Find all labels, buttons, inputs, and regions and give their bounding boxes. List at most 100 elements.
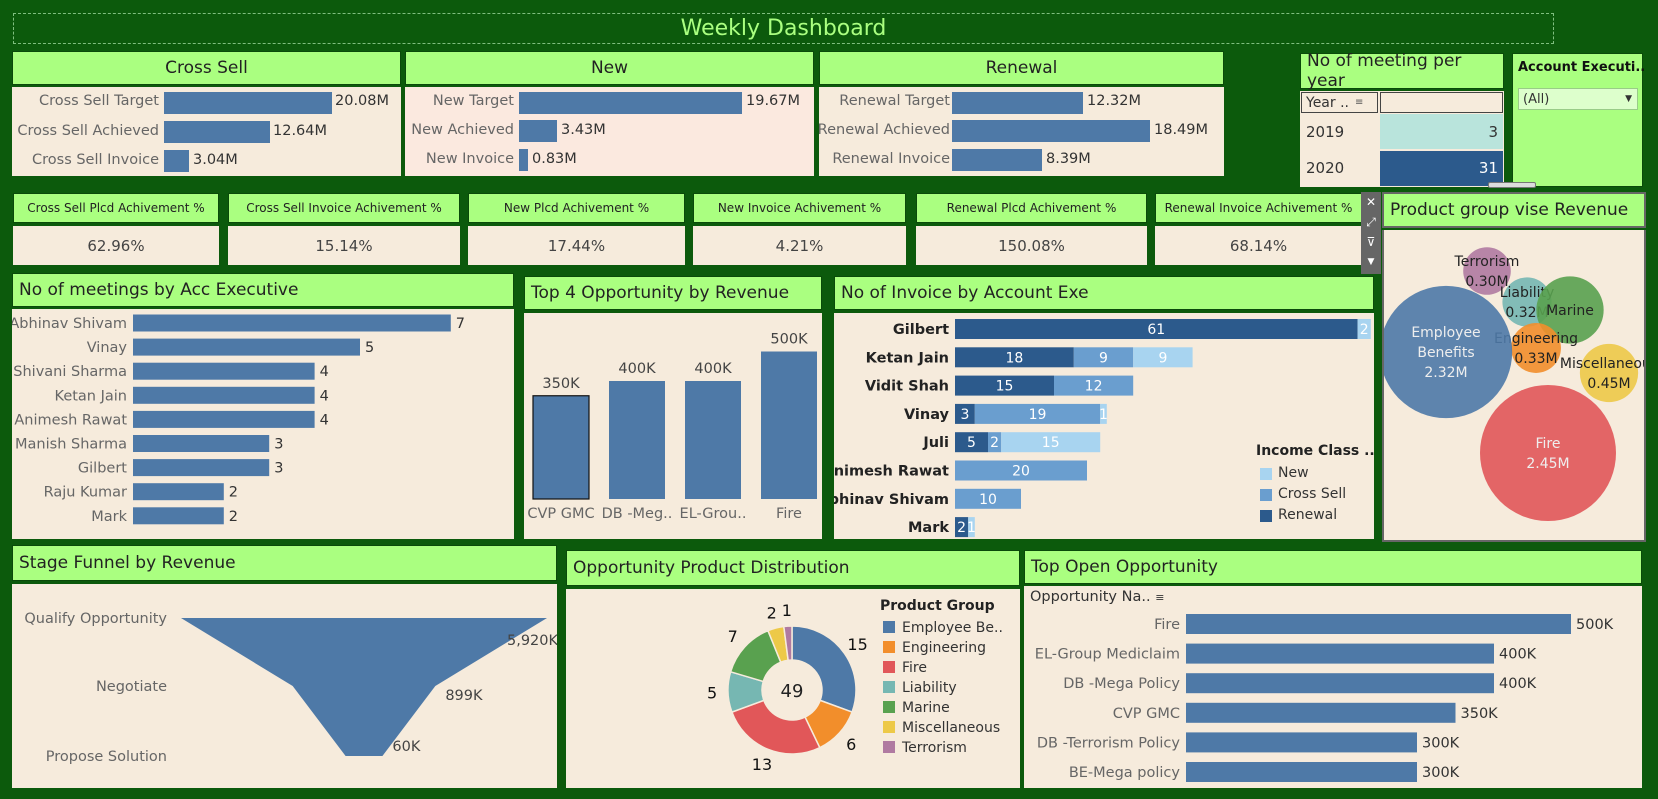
year-column-label: Year .. xyxy=(1306,94,1349,111)
meetings-per-year-header: No of meeting per year xyxy=(1300,51,1504,91)
year-column-header[interactable]: Year .. ≡ xyxy=(1301,92,1378,113)
donut-slice-value: 5 xyxy=(707,684,717,703)
meetings-exec-bar xyxy=(133,338,360,356)
meetings-exec-bar xyxy=(133,435,270,452)
renewal-target-value: 12.32M xyxy=(1087,93,1142,109)
bubble-fire-label: Fire xyxy=(1536,436,1561,452)
meetings-exec-label: Shivani Sharma xyxy=(13,364,127,380)
invoice-segment-value: 3 xyxy=(960,407,969,423)
year-2019-cell xyxy=(1380,114,1503,149)
donut-legend-label: Engineering xyxy=(902,640,986,656)
cross-sell-target-label: Cross Sell Target xyxy=(38,93,159,109)
resize-handle[interactable] xyxy=(1488,182,1536,188)
top-open-value: 350K xyxy=(1461,706,1499,722)
sheet-toolbar: ✕ ⤢ ⊽ ▼ xyxy=(1361,192,1381,274)
invoice-segment-value: 10 xyxy=(979,492,997,508)
product-distribution-panel: 15 6 13 5 7 2 1 49 Product Group Employee Be.. Eng… xyxy=(566,589,1020,788)
kpi-renewal-invoice-header: Renewal Invoice Achivement % xyxy=(1155,193,1362,223)
renewal-achieved-bar xyxy=(952,120,1150,142)
top4-bar xyxy=(761,351,817,499)
cross-sell-target-value: 20.08M xyxy=(335,93,390,109)
more-options-icon[interactable]: ▼ xyxy=(1361,252,1381,272)
bubble-fire-value: 2.45M xyxy=(1526,456,1569,472)
product-revenue-bubble-chart: Terrorism0.30MLiability0.32MMarineEngine… xyxy=(1379,247,1658,521)
donut-legend-swatch xyxy=(883,621,895,633)
new-achieved-value: 3.43M xyxy=(561,122,606,138)
meetings-exec-bar xyxy=(133,483,224,501)
top-open-value: 400K xyxy=(1499,647,1537,663)
invoice-exec-label: Juli xyxy=(922,435,949,451)
top4-category-label: EL-Grou.. xyxy=(680,506,747,522)
donut-legend-title: Product Group xyxy=(880,598,995,614)
meetings-by-exec-header: No of meetings by Acc Executive xyxy=(12,273,514,307)
meetings-exec-bar xyxy=(133,410,315,428)
chevron-down-icon[interactable]: ▼ xyxy=(1625,94,1632,104)
top-open-bar xyxy=(1186,762,1417,782)
funnel-shape xyxy=(181,618,547,756)
donut-slice-value: 13 xyxy=(752,755,772,774)
donut-center-total: 49 xyxy=(781,681,804,702)
bubble-marine-label: Marine xyxy=(1546,303,1594,319)
filter-icon[interactable]: ⊽ xyxy=(1361,232,1381,252)
top-open-bar xyxy=(1186,673,1494,694)
invoice-segment-value: 2 xyxy=(957,520,966,536)
top-open-label: CVP GMC xyxy=(1113,706,1180,722)
funnel-stage-label: Negotiate xyxy=(96,679,167,695)
account-filter-dropdown[interactable]: (All) ▼ xyxy=(1518,88,1638,110)
donut-legend-label: Liability xyxy=(902,680,957,696)
renewal-target-label: Renewal Target xyxy=(839,93,950,109)
legend-cross-sell-label: Cross Sell xyxy=(1278,486,1347,502)
account-filter-label: Account Executi.. xyxy=(1518,60,1646,75)
donut-slice-value: 6 xyxy=(846,735,856,754)
top4-value-label: 350K xyxy=(542,376,580,392)
cross-sell-achieved-bar xyxy=(164,121,270,143)
top-open-column-label: Opportunity Na.. xyxy=(1030,589,1151,605)
renewal-achieved-label: Renewal Achieved xyxy=(817,122,950,138)
invoice-by-exec-panel: Gilbert 61 2 Ketan Jain 18 9 9 Vidit Shah 15 12 Vi… xyxy=(817,313,1375,539)
donut-slice-value: 15 xyxy=(847,635,867,654)
meetings-exec-value: 2 xyxy=(229,509,238,525)
sort-icon[interactable]: ≡ xyxy=(1355,97,1363,108)
kpi-new-invoice-header: New Invoice Achivement % xyxy=(693,193,906,223)
meetings-exec-bar xyxy=(133,459,270,477)
close-icon[interactable]: ✕ xyxy=(1361,192,1381,212)
year-2020-label: 2020 xyxy=(1306,159,1345,177)
renewal-header: Renewal xyxy=(819,51,1224,85)
invoice-segment-value: 15 xyxy=(996,379,1014,395)
invoice-segment-value: 5 xyxy=(967,435,976,451)
invoice-exec-label: Abhinav Shivam xyxy=(834,492,949,508)
invoice-exec-label: Animesh Rawat xyxy=(834,464,949,480)
cross-sell-invoice-label: Cross Sell Invoice xyxy=(32,152,159,168)
dashboard-title-bar: Weekly Dashboard xyxy=(13,13,1554,44)
top4-panel: 350K CVP GMC 400K DB -Meg.. 400K EL-Grou.. 500… xyxy=(524,313,822,539)
funnel-value-label: 60K xyxy=(392,739,420,755)
expand-icon[interactable]: ⤢ xyxy=(1361,212,1381,232)
meetings-exec-bar xyxy=(133,386,315,404)
invoice-by-exec-header: No of Invoice by Account Exe xyxy=(834,276,1374,310)
bubble-employee-benefits-label: Employee xyxy=(1411,325,1480,341)
invoice-segment-value: 15 xyxy=(1042,435,1060,451)
legend-new-label: New xyxy=(1278,465,1309,481)
kpi-cross-sell-invoice-header: Cross Sell Invoice Achivement % xyxy=(228,193,460,223)
new-invoice-label: New Invoice xyxy=(425,151,514,167)
top4-value-label: 400K xyxy=(618,361,656,377)
top4-value-label: 400K xyxy=(694,361,732,377)
top-open-chart: Fire 500K EL-Group Mediclaim 400K DB -Mega P… xyxy=(1035,614,1614,782)
donut-legend-label: Fire xyxy=(902,660,927,676)
meetings-exec-label: Ketan Jain xyxy=(55,388,127,404)
meetings-per-year-table: Year .. ≡ 2019 3 2020 31 xyxy=(1300,91,1504,187)
meetings-exec-label: Mark xyxy=(91,509,127,525)
sort-icon[interactable]: ≡ xyxy=(1155,591,1164,604)
donut-legend-swatch xyxy=(883,741,895,753)
invoice-segment-value: 20 xyxy=(1012,464,1030,480)
kpi-new-invoice-value: 4.21% xyxy=(693,226,906,265)
meetings-by-exec-panel: Abhinav Shivam 7 Vinay 5 Shivani Sharma 4 Keta… xyxy=(9,309,514,539)
donut-legend-swatch xyxy=(883,681,895,693)
top4-category-label: CVP GMC xyxy=(527,506,594,522)
top-open-header: Top Open Opportunity xyxy=(1024,550,1642,584)
new-target-label: New Target xyxy=(432,93,514,109)
meetings-exec-bar xyxy=(133,362,315,380)
meetings-exec-value: 4 xyxy=(320,412,329,428)
funnel-stage-label: Propose Solution xyxy=(46,749,167,765)
bubble-engineering-value: 0.33M xyxy=(1514,351,1557,367)
